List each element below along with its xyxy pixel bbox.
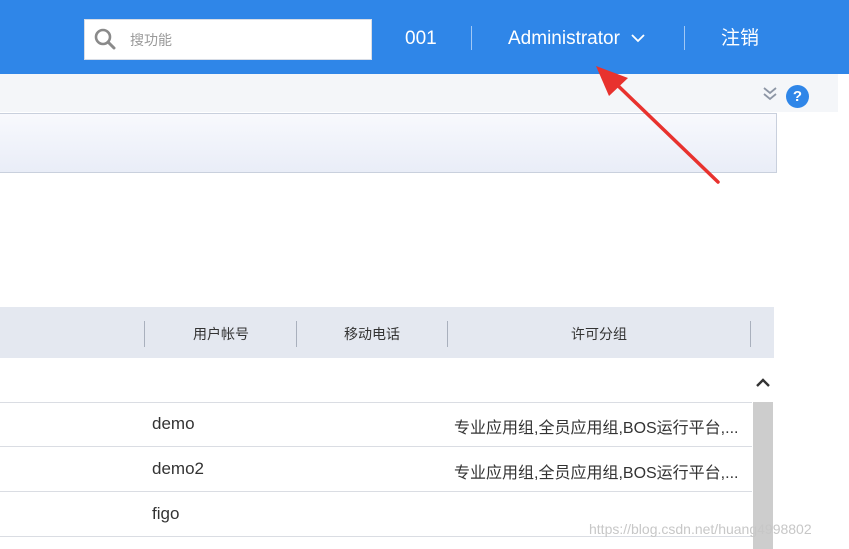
table-row[interactable]: demo 专业应用组,全员应用组,BOS运行平台,...: [0, 402, 752, 447]
column-separator[interactable]: [750, 321, 751, 347]
org-code[interactable]: 001: [405, 27, 437, 51]
cell-account: figo: [152, 504, 180, 523]
double-chevron-down-icon[interactable]: [762, 85, 778, 103]
logout-button[interactable]: 注销: [721, 27, 759, 51]
chevron-down-icon: [631, 34, 645, 43]
cell-license-group: 专业应用组,全员应用组,BOS运行平台,...: [454, 420, 739, 437]
cell-account: demo: [152, 414, 195, 433]
sub-toolbar: [0, 74, 849, 112]
column-header-phone[interactable]: 移动电话: [297, 324, 447, 344]
column-header-account[interactable]: 用户帐号: [146, 324, 296, 344]
table-row[interactable]: demo2 专业应用组,全员应用组,BOS运行平台,...: [0, 447, 752, 492]
top-bar: 001 Administrator 注销: [0, 0, 849, 74]
user-menu[interactable]: Administrator: [508, 27, 645, 51]
cell-license-group: 专业应用组,全员应用组,BOS运行平台,...: [454, 465, 739, 482]
watermark: https://blog.csdn.net/huang4998802: [589, 521, 812, 537]
table-header: 用户帐号 移动电话 许可分组: [0, 307, 774, 358]
column-separator[interactable]: [144, 321, 145, 347]
search-icon: [94, 28, 116, 50]
scroll-up-icon[interactable]: [752, 372, 774, 394]
user-name: Administrator: [508, 28, 620, 49]
page-edge: [838, 74, 849, 549]
filter-panel: [0, 113, 777, 173]
separator: [471, 26, 472, 50]
search-box[interactable]: [84, 19, 372, 60]
separator: [684, 26, 685, 50]
column-header-license-group[interactable]: 许可分组: [448, 324, 750, 344]
cell-account: demo2: [152, 459, 204, 478]
help-icon[interactable]: ?: [786, 85, 809, 108]
search-input[interactable]: [128, 28, 362, 54]
table-row[interactable]: [0, 358, 752, 403]
